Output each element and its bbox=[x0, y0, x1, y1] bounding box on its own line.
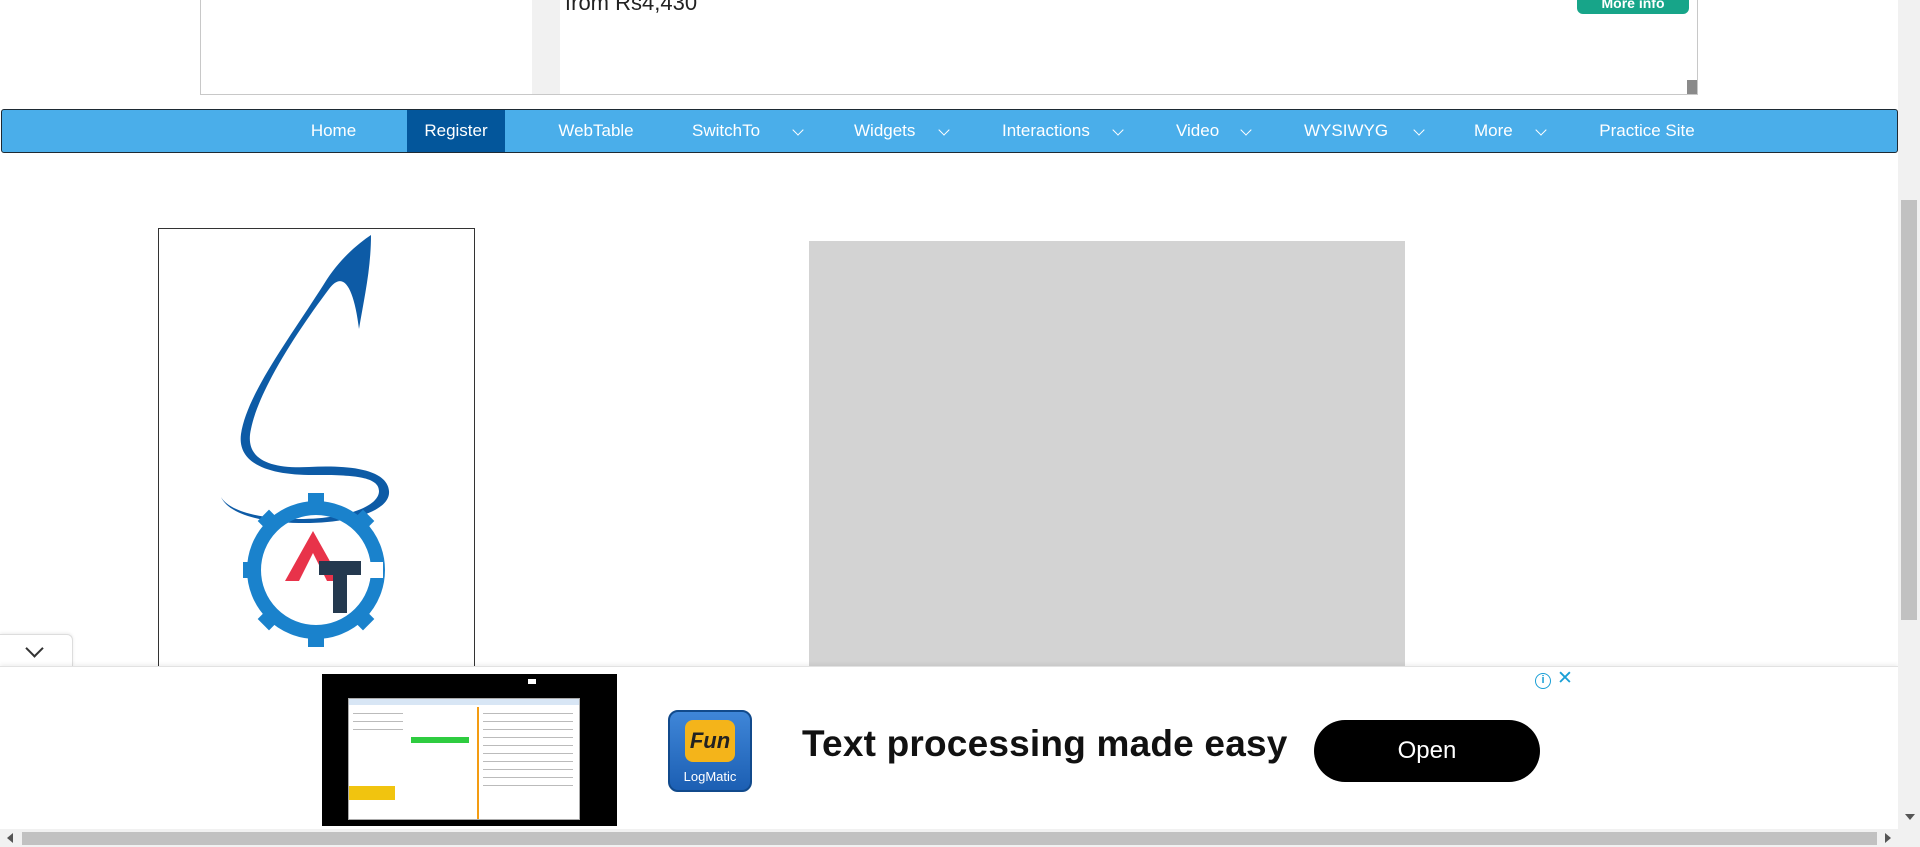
app-icon-face: Fun bbox=[685, 720, 735, 762]
widgets-chevron-down-icon[interactable] bbox=[938, 124, 950, 136]
gear-at-logo-icon bbox=[243, 493, 385, 647]
ad-window-line bbox=[483, 753, 573, 754]
scroll-left-arrow-icon[interactable] bbox=[7, 833, 13, 843]
horizontal-scrollbar[interactable] bbox=[0, 829, 1920, 847]
ad-window-progress bbox=[411, 737, 469, 743]
nav-register-label: Register bbox=[424, 121, 488, 140]
nav-switchto-label: SwitchTo bbox=[692, 121, 761, 140]
collapse-ad-button[interactable] bbox=[0, 634, 73, 667]
nav-webtable[interactable]: WebTable bbox=[542, 110, 650, 152]
more-chevron-down-icon[interactable] bbox=[1535, 124, 1547, 136]
info-icon[interactable]: i bbox=[1535, 673, 1551, 689]
top-ad-banner: from Rs4,430 More info bbox=[200, 0, 1698, 95]
more-info-button[interactable]: More info bbox=[1577, 0, 1689, 14]
logmatic-app-icon[interactable]: Fun LogMatic bbox=[668, 710, 752, 792]
wysiwyg-chevron-down-icon[interactable] bbox=[1413, 124, 1425, 136]
ad-window-line bbox=[353, 721, 403, 722]
nav-home-label: Home bbox=[310, 121, 357, 140]
ad-screenshot-image[interactable] bbox=[322, 674, 617, 826]
ad-window-line bbox=[483, 745, 573, 746]
nav-home[interactable]: Home bbox=[295, 110, 372, 152]
ad-window-line bbox=[483, 713, 573, 714]
scroll-down-arrow-icon[interactable] bbox=[1905, 814, 1915, 820]
vertical-scroll-thumb[interactable] bbox=[1901, 200, 1917, 620]
nav-widgets-label: Widgets bbox=[854, 121, 916, 140]
ad-window-line bbox=[483, 729, 573, 730]
nav-practice-site-label: Practice Site bbox=[1599, 121, 1695, 140]
ad-resize-handle bbox=[1687, 80, 1697, 94]
ad-window-divider bbox=[477, 707, 479, 819]
ad-price-text: from Rs4,430 bbox=[565, 0, 698, 15]
nav-more[interactable]: More bbox=[1474, 110, 1524, 152]
nav-switchto[interactable]: SwitchTo bbox=[692, 110, 782, 152]
switchto-chevron-down-icon[interactable] bbox=[792, 124, 804, 136]
nav-wysiwyg[interactable]: WYSIWYG bbox=[1304, 110, 1399, 152]
ad-window-line bbox=[483, 777, 573, 778]
nav-webtable-label: WebTable bbox=[558, 121, 634, 140]
logo-card bbox=[158, 228, 475, 668]
ad-screenshot-window bbox=[348, 698, 580, 820]
nav-interactions-label: Interactions bbox=[1002, 121, 1090, 140]
ad-window-line bbox=[353, 729, 403, 730]
ad-window-line bbox=[483, 769, 573, 770]
ad-window-line bbox=[353, 713, 403, 714]
nav-interactions[interactable]: Interactions bbox=[1002, 110, 1107, 152]
ad-screenshot-caption bbox=[349, 786, 395, 800]
app-icon-name: LogMatic bbox=[683, 769, 737, 784]
open-button[interactable]: Open bbox=[1314, 720, 1540, 782]
ad-headline[interactable]: Text processing made easy bbox=[802, 723, 1288, 765]
video-chevron-down-icon[interactable] bbox=[1240, 124, 1252, 136]
nav-video[interactable]: Video bbox=[1176, 110, 1231, 152]
ad-window-line bbox=[483, 785, 573, 786]
scroll-right-arrow-icon[interactable] bbox=[1885, 833, 1891, 843]
vertical-scrollbar[interactable] bbox=[1898, 0, 1920, 829]
close-icon[interactable]: ✕ bbox=[1557, 669, 1573, 689]
nav-practice-site[interactable]: Practice Site bbox=[1592, 110, 1702, 152]
horizontal-scroll-thumb[interactable] bbox=[22, 832, 1877, 845]
nav-register[interactable]: Register bbox=[407, 110, 505, 152]
ad-window-line bbox=[483, 737, 573, 738]
ad-window-line bbox=[483, 721, 573, 722]
nav-wysiwyg-label: WYSIWYG bbox=[1304, 121, 1389, 140]
nav-widgets[interactable]: Widgets bbox=[854, 110, 934, 152]
nav-more-label: More bbox=[1474, 121, 1513, 140]
chevron-down-icon bbox=[25, 639, 44, 658]
main-nav-bar: Home Register WebTable SwitchTo Widgets … bbox=[1, 109, 1898, 153]
nav-video-label: Video bbox=[1176, 121, 1220, 140]
content-placeholder bbox=[809, 241, 1405, 667]
ad-screenshot-dot bbox=[528, 679, 536, 684]
ad-window-line bbox=[483, 761, 573, 762]
ad-divider-strip bbox=[532, 0, 560, 94]
ad-window-titlebar bbox=[349, 699, 579, 705]
interactions-chevron-down-icon[interactable] bbox=[1112, 124, 1124, 136]
bottom-ad-banner: Fun LogMatic Text processing made easy O… bbox=[0, 666, 1898, 829]
